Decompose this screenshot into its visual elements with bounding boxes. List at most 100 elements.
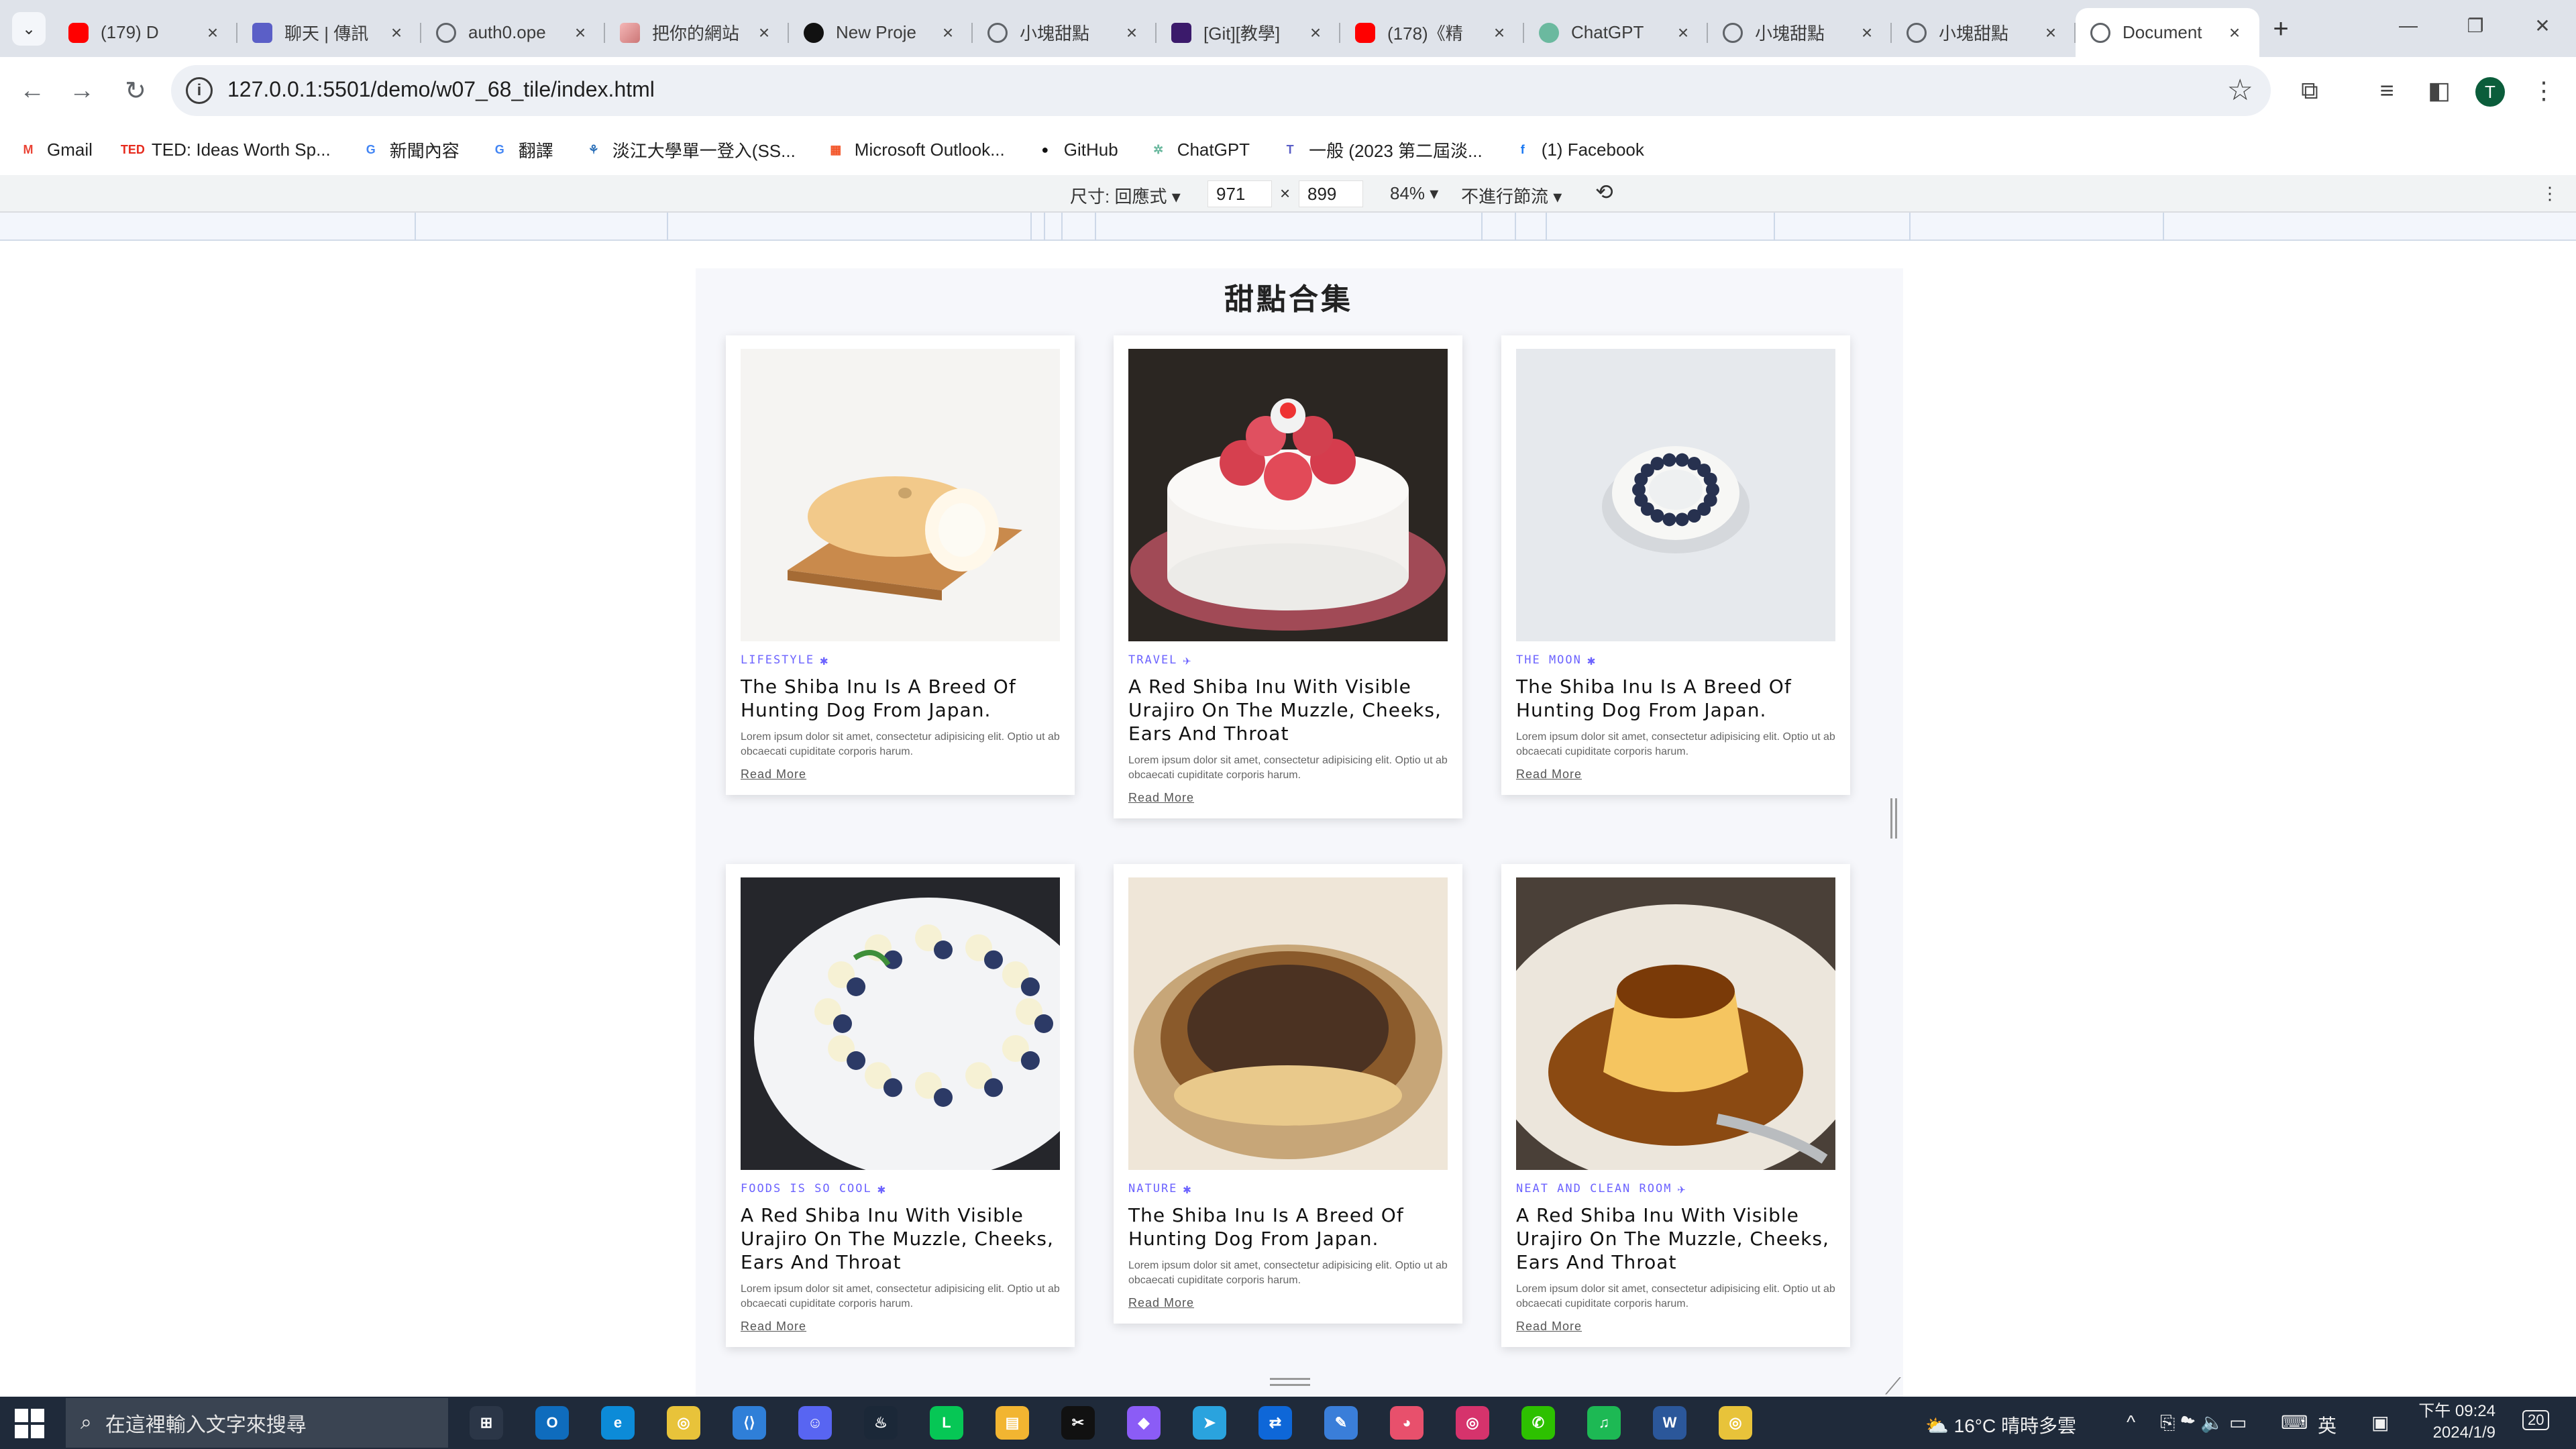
- browser-tab[interactable]: (178)《精 ×: [1340, 8, 1524, 57]
- browser-tab[interactable]: ChatGPT ×: [1524, 8, 1708, 57]
- close-icon[interactable]: ×: [1673, 22, 1693, 44]
- clock-date: 2024/1/9: [2432, 1424, 2496, 1442]
- word-icon[interactable]: W: [1653, 1406, 1686, 1440]
- file-explorer-icon[interactable]: ▤: [996, 1406, 1029, 1440]
- minimize-button[interactable]: —: [2388, 15, 2428, 36]
- browser-tab[interactable]: 把你的網站 ×: [605, 8, 789, 57]
- width-input[interactable]: 971: [1208, 180, 1272, 207]
- bookmark-star-icon[interactable]: ☆: [2227, 73, 2253, 107]
- read-more-link[interactable]: Read More: [1128, 791, 1194, 805]
- browser-tab[interactable]: auth0.ope ×: [421, 8, 605, 57]
- bookmark-item[interactable]: T 一般 (2023 第二屆淡...: [1279, 138, 1483, 162]
- bookmark-item[interactable]: ▦ Microsoft Outlook...: [825, 139, 1004, 160]
- address-bar[interactable]: i 127.0.0.1:5501/demo/w07_68_tile/index.…: [171, 65, 2271, 116]
- discord-icon[interactable]: ☺: [798, 1406, 832, 1440]
- zoom-dropdown[interactable]: 84% ▾: [1390, 183, 1438, 204]
- wechat-icon[interactable]: ✆: [1521, 1406, 1555, 1440]
- url-text[interactable]: 127.0.0.1:5501/demo/w07_68_tile/index.ht…: [227, 77, 655, 102]
- close-icon[interactable]: ×: [570, 22, 590, 44]
- media-control-icon[interactable]: ≡: [2368, 72, 2406, 109]
- start-button[interactable]: [15, 1409, 44, 1438]
- bookmark-item[interactable]: TED TED: Ideas Worth Sp...: [121, 139, 331, 160]
- read-more-link[interactable]: Read More: [1128, 1296, 1194, 1310]
- viewport-resize-handle-right[interactable]: [1890, 798, 1897, 839]
- read-more-link[interactable]: Read More: [1516, 767, 1582, 782]
- close-icon[interactable]: ×: [1122, 22, 1142, 44]
- paint-icon[interactable]: ◕: [1390, 1406, 1424, 1440]
- site-info-icon[interactable]: i: [186, 77, 213, 104]
- side-panel-icon[interactable]: ◧: [2420, 72, 2458, 109]
- dimensions-dropdown[interactable]: 尺寸: 回應式 ▾: [1070, 183, 1181, 208]
- bookmark-item[interactable]: ⚘ 淡江大學單一登入(SS...: [583, 138, 796, 162]
- read-more-link[interactable]: Read More: [1516, 1320, 1582, 1334]
- taskbar-search[interactable]: ⌕ 在這裡輸入文字來搜尋: [66, 1398, 448, 1448]
- back-button[interactable]: ←: [15, 73, 50, 108]
- notification-area-icon[interactable]: ▣: [2371, 1411, 2389, 1434]
- read-more-link[interactable]: Read More: [741, 1320, 806, 1334]
- spotify-icon[interactable]: ♫: [1587, 1406, 1621, 1440]
- telegram-icon[interactable]: ➤: [1193, 1406, 1226, 1440]
- chrome-2-icon[interactable]: ◎: [1719, 1406, 1752, 1440]
- ime-indicator[interactable]: 英: [2318, 1411, 2337, 1438]
- steam-icon[interactable]: ♨: [864, 1406, 898, 1440]
- viewport-resize-handle-bottom[interactable]: [1270, 1378, 1310, 1386]
- bookmark-item[interactable]: G 翻譯: [489, 138, 553, 162]
- bookmark-item[interactable]: G 新聞內容: [360, 138, 460, 162]
- reload-button[interactable]: ↻: [118, 73, 153, 108]
- keyboard-icon[interactable]: ⌨: [2281, 1411, 2308, 1434]
- new-tab-button[interactable]: +: [2264, 12, 2298, 46]
- browser-tab[interactable]: 聊天 | 傳訊 ×: [237, 8, 421, 57]
- throttle-dropdown[interactable]: 不進行節流 ▾: [1461, 183, 1562, 208]
- close-icon[interactable]: ×: [386, 22, 407, 44]
- bookmark-item[interactable]: ● GitHub: [1034, 139, 1118, 160]
- forward-button[interactable]: →: [64, 73, 99, 108]
- more-menu-icon[interactable]: ⋮: [2525, 72, 2563, 109]
- line-icon[interactable]: L: [930, 1406, 963, 1440]
- browser-tab[interactable]: 小塊甜點 ×: [973, 8, 1157, 57]
- height-input[interactable]: 899: [1299, 180, 1363, 207]
- tab-search-button[interactable]: ⌄: [12, 12, 46, 46]
- teamviewer-icon[interactable]: ⇄: [1258, 1406, 1292, 1440]
- close-icon[interactable]: ×: [2224, 22, 2245, 44]
- card-category: FOODS IS SO COOL ✱: [741, 1181, 1060, 1197]
- close-window-button[interactable]: ✕: [2522, 15, 2563, 37]
- notification-center-button[interactable]: 20: [2522, 1410, 2550, 1430]
- close-icon[interactable]: ×: [203, 22, 223, 44]
- capcut-icon[interactable]: ✂: [1061, 1406, 1095, 1440]
- extensions-icon[interactable]: ⧉: [2291, 72, 2328, 109]
- task-view-icon[interactable]: ⊞: [470, 1406, 503, 1440]
- tray-icons[interactable]: ⎘ ☁ 🔈 ▭: [2160, 1411, 2247, 1434]
- read-more-link[interactable]: Read More: [741, 767, 806, 782]
- close-icon[interactable]: ×: [2041, 22, 2061, 44]
- github-desktop-icon[interactable]: ◆: [1127, 1406, 1161, 1440]
- weather-widget[interactable]: ⛅ 16°C 晴時多雲: [1925, 1411, 2076, 1438]
- instagram-icon[interactable]: ◎: [1456, 1406, 1489, 1440]
- close-icon[interactable]: ×: [938, 22, 958, 44]
- vscode-icon[interactable]: ⟨⟩: [733, 1406, 766, 1440]
- rotate-icon[interactable]: ⟲: [1595, 179, 1613, 205]
- system-clock[interactable]: 下午 09:24 2024/1/9: [2415, 1401, 2496, 1444]
- chrome-icon[interactable]: ◎: [667, 1406, 700, 1440]
- browser-tab[interactable]: [Git][教學] ×: [1157, 8, 1340, 57]
- browser-tab[interactable]: 小塊甜點 ×: [1708, 8, 1892, 57]
- restore-button[interactable]: ❐: [2455, 15, 2496, 37]
- browser-tab[interactable]: (179) D ×: [54, 8, 237, 57]
- bookmark-item[interactable]: ✲ ChatGPT: [1148, 139, 1250, 160]
- browser-tab[interactable]: New Proje ×: [789, 8, 973, 57]
- bookmark-item[interactable]: f (1) Facebook: [1512, 139, 1644, 160]
- close-icon[interactable]: ×: [1305, 22, 1326, 44]
- edge-icon[interactable]: e: [601, 1406, 635, 1440]
- notepad-icon[interactable]: ✎: [1324, 1406, 1358, 1440]
- bookmark-item[interactable]: M Gmail: [17, 139, 93, 160]
- close-icon[interactable]: ×: [754, 22, 774, 44]
- close-icon[interactable]: ×: [1857, 22, 1877, 44]
- browser-tab[interactable]: 小塊甜點 ×: [1892, 8, 2076, 57]
- card-image: [741, 349, 1060, 641]
- outlook-icon[interactable]: O: [535, 1406, 569, 1440]
- ruler-tick: [1546, 213, 1547, 241]
- browser-tab[interactable]: Document ×: [2076, 8, 2259, 57]
- close-icon[interactable]: ×: [1489, 22, 1509, 44]
- tray-overflow-icon[interactable]: ^: [2127, 1411, 2135, 1433]
- profile-avatar[interactable]: T: [2475, 77, 2505, 107]
- device-more-icon[interactable]: ⋮: [2541, 183, 2559, 204]
